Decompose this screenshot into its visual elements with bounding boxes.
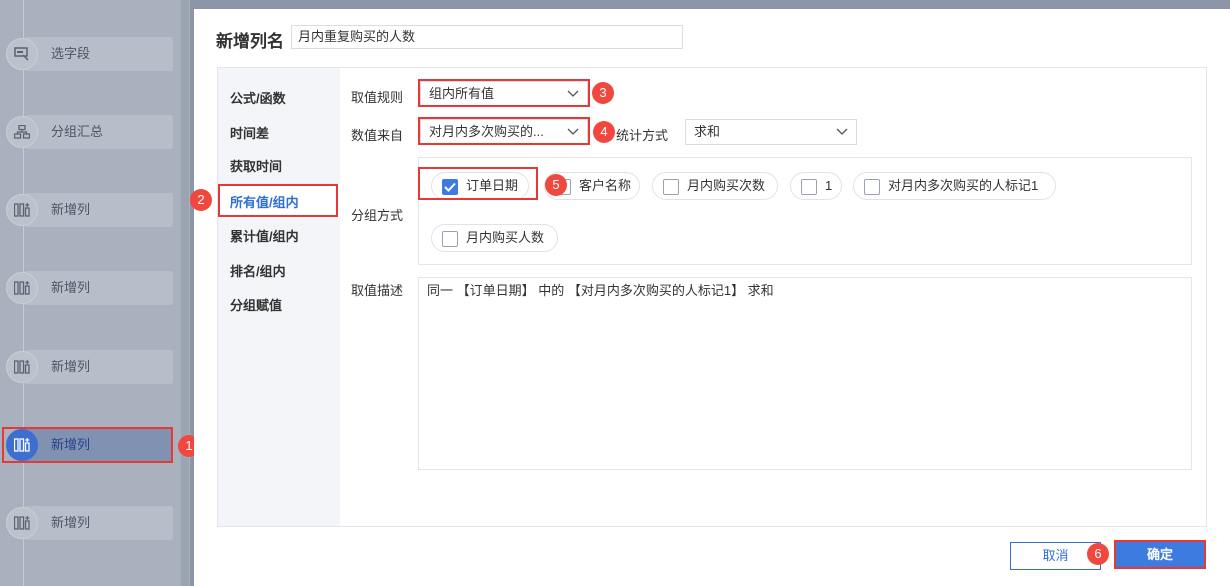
checkbox[interactable]: [801, 179, 817, 195]
highlight-box: [418, 79, 590, 107]
step-add-column-2[interactable]: 新增列: [6, 271, 173, 305]
group-option-label: 对月内多次购买的人标记1: [888, 178, 1039, 193]
annotation-badge: 6: [1087, 543, 1109, 565]
checkbox[interactable]: [663, 179, 679, 195]
select-field-icon: [6, 38, 38, 70]
step-label: 新增列: [51, 280, 91, 295]
column-name-label: 新增列名: [216, 32, 284, 51]
column-name-input[interactable]: 月内重复购买的人数: [291, 25, 683, 49]
annotation-badge: 2: [190, 189, 212, 211]
stat-select[interactable]: 求和: [685, 119, 857, 145]
rail-scrollbar[interactable]: [181, 0, 189, 586]
group-label: 分组方式: [351, 208, 404, 223]
checkbox[interactable]: [442, 231, 458, 247]
group-option-monthly-buyer-count[interactable]: 月内购买人数: [431, 224, 558, 252]
add-column-icon: [6, 507, 38, 539]
annotation-badge: 5: [545, 174, 567, 196]
add-column-icon: [6, 272, 38, 304]
add-column-icon: [6, 351, 38, 383]
add-column-icon: [6, 194, 38, 226]
step-add-column-3[interactable]: 新增列: [6, 350, 173, 384]
group-summary-icon: [6, 116, 38, 148]
annotation-badge: 4: [593, 121, 615, 143]
chevron-down-icon: [836, 128, 848, 135]
ok-button[interactable]: 确定: [1114, 540, 1206, 569]
menu-item-get-time[interactable]: 获取时间: [230, 156, 282, 175]
menu-item-cumulative-in-group[interactable]: 累计值/组内: [230, 226, 299, 245]
menu-item-group-assign[interactable]: 分组赋值: [230, 295, 282, 314]
step-label: 分组汇总: [51, 124, 104, 139]
group-option-one[interactable]: 1: [790, 172, 842, 200]
step-add-column-5[interactable]: 新增列: [6, 506, 173, 540]
highlight-box: [418, 167, 538, 200]
desc-label: 取值描述: [351, 283, 404, 298]
config-panel: 公式/函数 时间差 获取时间 所有值/组内 累计值/组内 排名/组内 分组赋值 …: [217, 67, 1207, 527]
stat-select-value: 求和: [694, 124, 721, 139]
group-option-label: 月内购买人数: [466, 230, 545, 245]
step-add-column-1[interactable]: 新增列: [6, 193, 173, 227]
step-select-field[interactable]: 选字段: [6, 37, 173, 71]
group-option-label: 月内购买次数: [687, 178, 766, 193]
group-option-monthly-purchase-count[interactable]: 月内购买次数: [652, 172, 778, 200]
rule-label: 取值规则: [351, 90, 404, 105]
step-label: 选字段: [51, 46, 91, 61]
group-option-label: 客户名称: [579, 178, 632, 193]
highlight-box: [2, 427, 173, 463]
group-option-repeat-buyer-flag[interactable]: 对月内多次购买的人标记1: [853, 172, 1056, 200]
function-menu: 公式/函数 时间差 获取时间 所有值/组内 累计值/组内 排名/组内 分组赋值: [218, 68, 340, 526]
source-label: 数值来自: [351, 128, 404, 143]
step-label: 新增列: [51, 515, 91, 530]
highlight-box: [418, 117, 590, 145]
menu-item-rank-in-group[interactable]: 排名/组内: [230, 261, 286, 280]
step-label: 新增列: [51, 359, 91, 374]
step-label: 新增列: [51, 202, 91, 217]
stat-label: 统计方式: [616, 128, 669, 143]
checkbox[interactable]: [864, 179, 880, 195]
annotation-badge: 3: [592, 82, 614, 104]
step-rail: 选字段 分组汇总 新增列 新增列 新增列 新增列 新增列: [0, 0, 190, 586]
step-group-summary[interactable]: 分组汇总: [6, 115, 173, 149]
menu-item-formula[interactable]: 公式/函数: [230, 88, 286, 107]
group-option-label: 1: [825, 178, 833, 193]
highlight-box: [218, 184, 338, 217]
desc-box: 同一 【订单日期】 中的 【对月内多次购买的人标记1】 求和: [418, 277, 1192, 470]
add-column-dialog: 新增列名 月内重复购买的人数 公式/函数 时间差 获取时间 所有值/组内 累计值…: [194, 9, 1230, 586]
menu-item-time-diff[interactable]: 时间差: [230, 123, 269, 142]
